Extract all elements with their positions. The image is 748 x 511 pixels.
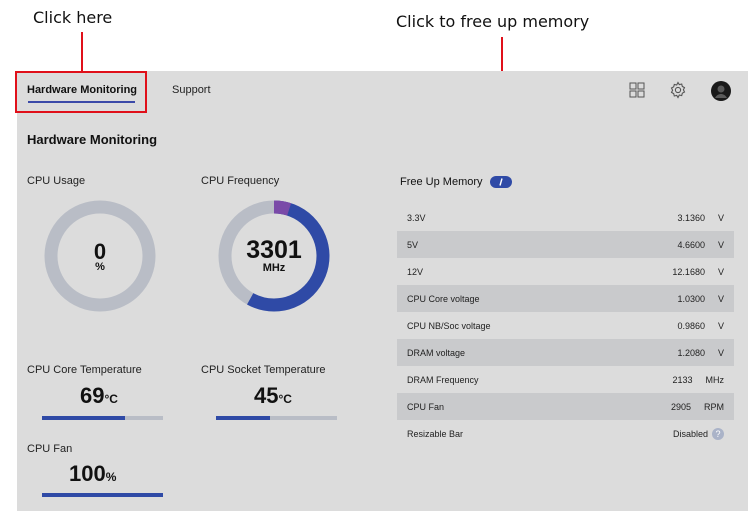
- cpu-socket-temp-bar-fill: [216, 416, 271, 420]
- callout-highlight-box: [15, 71, 147, 113]
- cpu-frequency-value-wrap: 3301 MHz: [214, 236, 334, 274]
- table-row: DRAM voltage 1.2080 V: [397, 339, 734, 366]
- cpu-fan-bar-fill: [42, 493, 163, 497]
- cpu-core-temp-bar: [42, 416, 163, 420]
- callout-line-left: [81, 32, 83, 72]
- cpu-core-temp-label: CPU Core Temperature: [27, 364, 142, 376]
- table-row: Resizable Bar Disabled?: [397, 420, 734, 447]
- table-row: 5V 4.6600 V: [397, 231, 734, 258]
- app-window: Hardware Monitoring Support Hardware Mon…: [17, 71, 748, 511]
- callout-click-here: Click here: [33, 8, 113, 27]
- cpu-fan-label: CPU Fan: [27, 443, 73, 455]
- cpu-fan-bar: [42, 493, 163, 497]
- free-up-memory-button[interactable]: [490, 176, 512, 188]
- callout-free-up-memory: Click to free up memory: [396, 12, 590, 31]
- cpu-frequency-value: 3301: [246, 236, 302, 264]
- cpu-socket-temp-label: CPU Socket Temperature: [201, 364, 326, 376]
- tab-support[interactable]: Support: [172, 84, 211, 96]
- cpu-frequency-unit: MHz: [262, 262, 286, 274]
- table-row: DRAM Frequency 2133 MHz: [407, 374, 724, 385]
- cpu-socket-temp-bar: [216, 416, 337, 420]
- free-up-memory-label: Free Up Memory: [400, 176, 483, 188]
- table-row: CPU Fan 2905 RPM: [397, 393, 734, 420]
- cpu-frequency-label: CPU Frequency: [201, 175, 280, 187]
- broom-icon: [499, 178, 503, 186]
- avatar-icon[interactable]: [711, 81, 731, 106]
- cpu-core-temp-value: 69°C: [80, 383, 118, 408]
- grid-icon[interactable]: [629, 82, 645, 103]
- cpu-socket-temp-value: 45°C: [254, 383, 292, 408]
- readings-table: 3.3V 3.1360 V 5V 4.6600 V 12V 12.1680 V CPU…: [397, 204, 734, 447]
- table-row: 3.3V 3.1360 V: [407, 212, 724, 223]
- section-title: Hardware Monitoring: [27, 132, 158, 147]
- cpu-usage-label: CPU Usage: [27, 175, 86, 187]
- cpu-fan-value: 100%: [69, 461, 117, 486]
- cpu-usage-unit: %: [95, 261, 105, 273]
- table-row: CPU Core voltage 1.0300 V: [397, 285, 734, 312]
- table-row: 12V 12.1680 V: [407, 266, 724, 277]
- cpu-usage-value-wrap: 0 %: [40, 239, 160, 273]
- gear-icon[interactable]: [669, 81, 687, 104]
- cpu-core-temp-bar-fill: [42, 416, 126, 420]
- help-icon[interactable]: ?: [712, 427, 724, 440]
- table-row: CPU NB/Soc voltage 0.9860 V: [407, 320, 724, 331]
